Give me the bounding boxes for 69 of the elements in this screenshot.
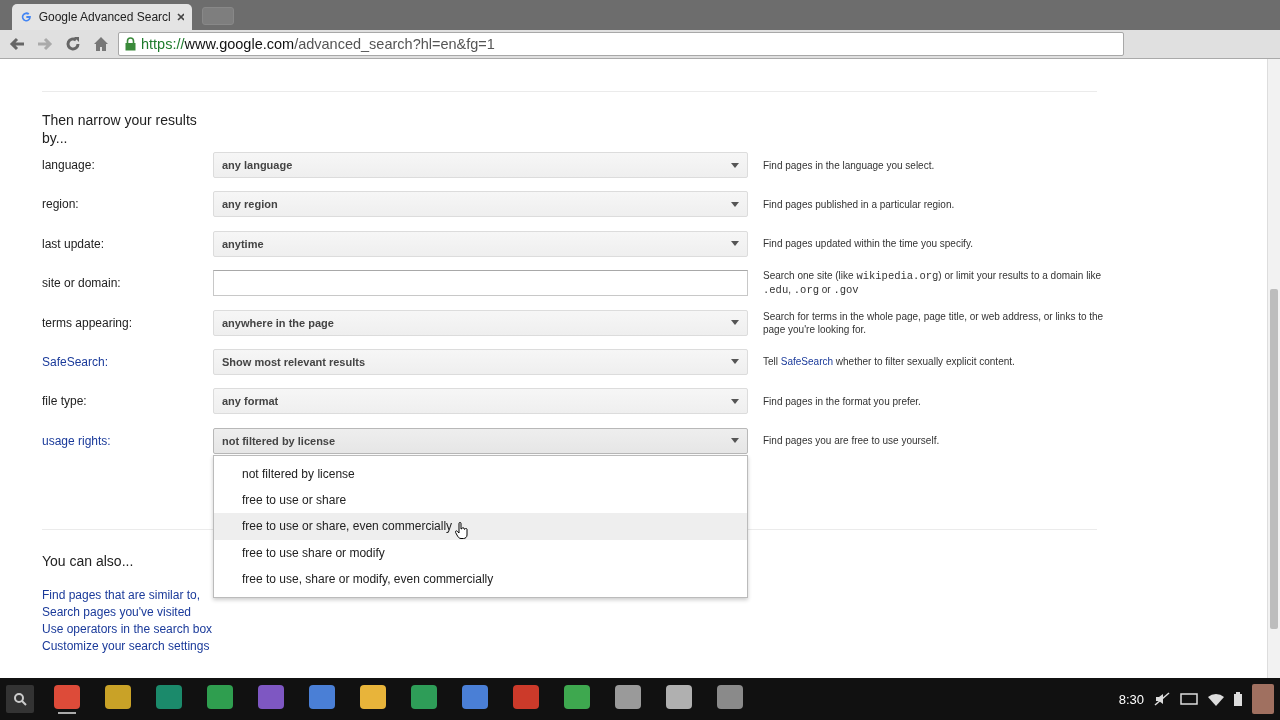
safesearch-link[interactable]: SafeSearch [780, 356, 834, 368]
link[interactable]: Search pages you've visited [42, 603, 192, 621]
field-label: language: [42, 158, 96, 172]
dropdown[interactable]: anytime [213, 230, 748, 257]
app-icon[interactable] [462, 684, 488, 709]
app-icon[interactable] [156, 684, 182, 709]
field-label: region: [42, 197, 80, 212]
help-text: Find pages published in a particular region. [763, 197, 956, 211]
link[interactable]: Customize your search settings [42, 637, 210, 655]
help-text: Search for terms in the whole page, page title, or web address, or links to the page you're looking for. [763, 309, 1105, 336]
dropdown[interactable]: any language [213, 152, 748, 178]
caret-icon [731, 438, 739, 444]
app-icon[interactable] [54, 684, 80, 709]
search-icon [13, 692, 27, 706]
dropdown[interactable]: Show most relevant results [213, 348, 748, 375]
menu-option[interactable]: not filtered by license [214, 460, 747, 488]
caret-icon [731, 241, 739, 247]
app-icon[interactable] [411, 684, 437, 709]
link[interactable]: Use operators in the search box [42, 620, 213, 638]
hand-cursor-icon [455, 521, 469, 539]
wifi-icon[interactable] [1208, 692, 1224, 706]
browser-tab[interactable]: Google Advanced Searcl [12, 4, 192, 30]
menu-option[interactable]: free to use or share [214, 487, 747, 514]
section-heading: You can also... [42, 552, 134, 569]
field-label: terms appearing: [42, 315, 134, 330]
help-text: Find pages updated within the time you specify. [763, 237, 974, 251]
menu-option[interactable]: free to use or share, even commercially [214, 513, 747, 540]
menu-option[interactable]: free to use share or modify [214, 539, 747, 566]
section-heading: Then narrow your results by... [42, 111, 198, 147]
screen-icon[interactable] [1180, 692, 1198, 706]
help-text: Find pages you are free to use yourself. [763, 434, 941, 448]
field-label: file type: [42, 394, 88, 409]
app-icon[interactable] [717, 684, 743, 709]
caret-icon [731, 162, 739, 168]
help-text: Find pages in the language you select. [763, 158, 936, 172]
app-icon[interactable] [666, 684, 692, 709]
link[interactable]: Find pages that are similar to, [42, 586, 201, 604]
caret-icon [731, 398, 739, 404]
dropdown[interactable]: any region [213, 191, 748, 218]
caret-icon [731, 359, 739, 365]
menu-option[interactable]: free to use, share or modify, even commercially [214, 565, 747, 593]
field-label: site or domain: [42, 276, 122, 291]
app-icon[interactable] [207, 684, 233, 709]
caret-icon [731, 201, 739, 207]
app-icon[interactable] [360, 684, 386, 709]
clock[interactable]: 8:30 [1118, 691, 1144, 707]
lock-icon [125, 37, 136, 51]
help-text: Tell SafeSearch whether to filter sexually explicit content. [763, 355, 1016, 369]
dropdown[interactable]: any format [213, 388, 748, 415]
address-bar[interactable]: https://www.google.com/advanced_search?hl=en&fg=1 [118, 32, 1124, 56]
dropdown[interactable]: anywhere in the page [213, 309, 748, 336]
field-label-link[interactable]: SafeSearch: [42, 354, 213, 369]
search-button[interactable] [6, 685, 34, 713]
g-logo-icon [20, 10, 33, 24]
dropdown[interactable]: not filtered by license [213, 427, 748, 454]
field-label-link[interactable]: usage rights: [42, 433, 213, 448]
help-text: Search one site (like wikipedia.org) or limit your results to a domain like .edu, .org or .gov [763, 269, 1103, 298]
app-icon[interactable] [564, 684, 590, 709]
scrollbar[interactable] [1267, 59, 1280, 678]
muted-speaker-icon[interactable] [1154, 692, 1170, 706]
field-label: last update: [42, 236, 106, 251]
site-field[interactable] [213, 270, 748, 297]
help-text: Find pages in the format you prefer. [763, 394, 922, 408]
app-icon[interactable] [615, 684, 641, 709]
close-icon[interactable] [176, 13, 184, 21]
caret-icon [731, 320, 739, 326]
app-icon[interactable] [105, 684, 131, 709]
battery-icon[interactable] [1234, 692, 1242, 706]
app-icon[interactable] [309, 684, 335, 709]
